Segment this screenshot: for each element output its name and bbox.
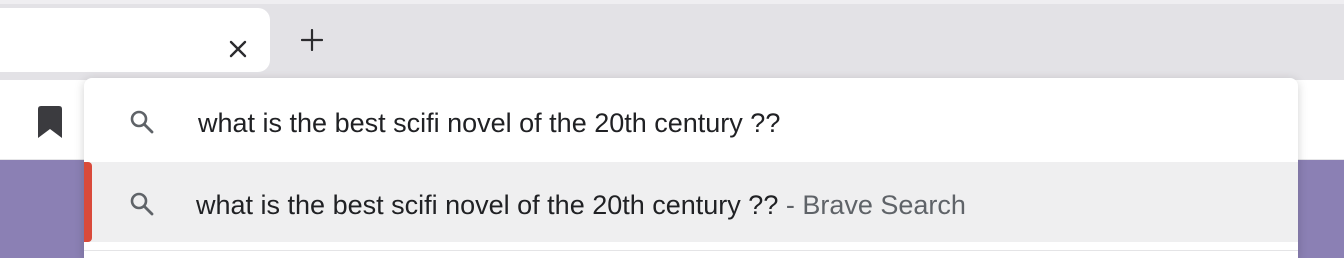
bookmark-button[interactable] [34,102,66,142]
suggestion-engine: - Brave Search [778,190,966,220]
omnibox-input-row[interactable]: what is the best scifi novel of the 20th… [84,80,1298,160]
search-icon [128,108,156,136]
close-icon[interactable] [222,33,254,65]
selection-indicator [84,162,92,242]
new-tab-button[interactable] [296,24,328,56]
tab-strip-edge [0,0,1344,4]
omnibox-dropdown: what is the best scifi novel of the 20th… [84,78,1298,258]
bookmark-icon [38,106,62,138]
omnibox-query-text[interactable]: what is the best scifi novel of the 20th… [198,106,780,140]
active-tab[interactable] [0,8,270,72]
omnibox-suggestion[interactable]: what is the best scifi novel of the 20th… [84,162,1298,242]
tab-strip [0,0,1344,80]
dropdown-divider [84,250,1298,251]
search-icon [128,190,156,218]
plus-icon [301,29,323,51]
suggestion-query: what is the best scifi novel of the 20th… [196,190,779,220]
suggestion-text: what is the best scifi novel of the 20th… [196,188,966,222]
